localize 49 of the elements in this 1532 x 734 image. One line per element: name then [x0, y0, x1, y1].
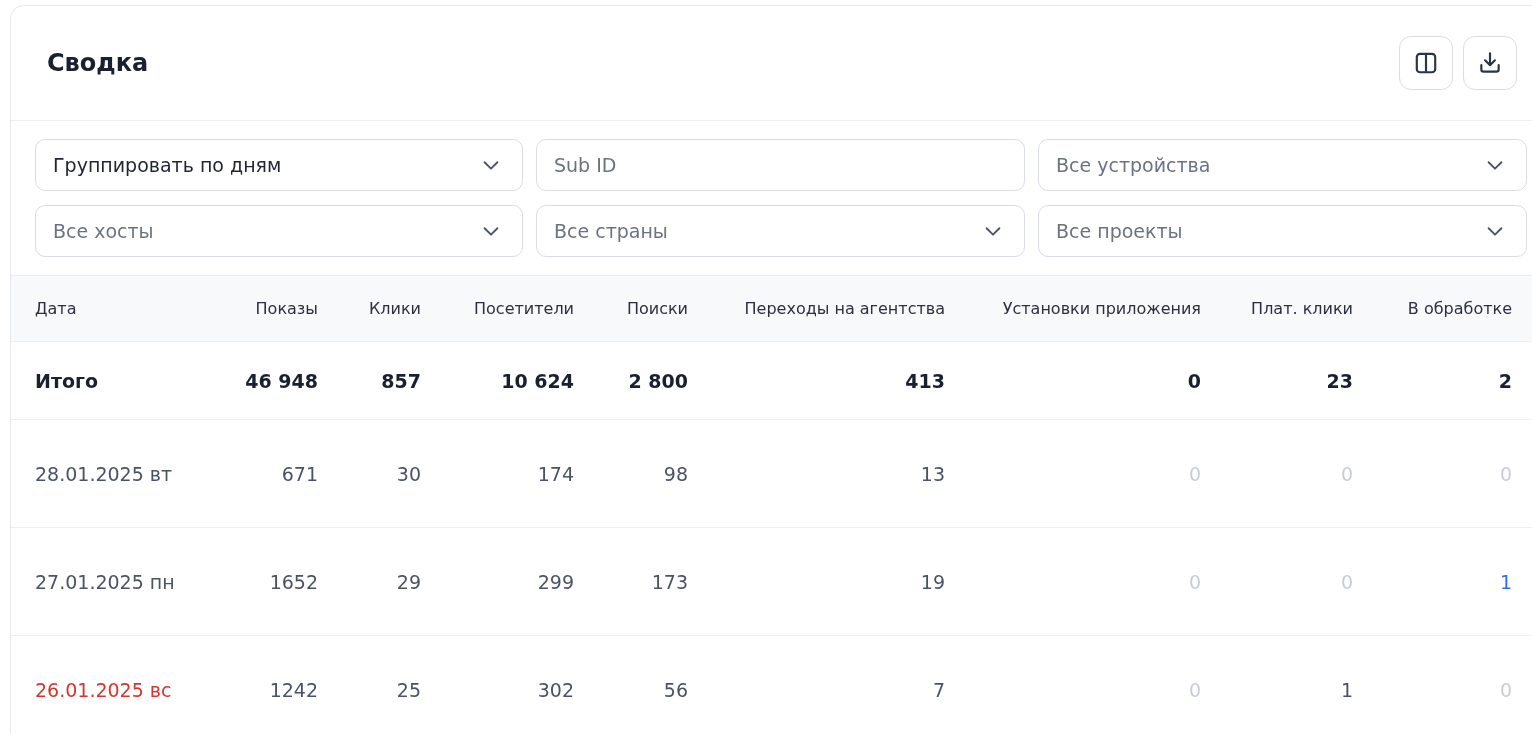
- table-cell: 1242: [269, 678, 318, 701]
- columns-button[interactable]: [1399, 36, 1453, 90]
- dropdown[interactable]: Все устройства: [1038, 139, 1527, 191]
- table-cell: 25: [396, 678, 421, 701]
- column-header: Установки приложения: [1002, 299, 1201, 318]
- table-cell: 2: [1498, 369, 1512, 392]
- table-cell: 19: [920, 570, 945, 593]
- table-cell: 10 624: [501, 369, 574, 392]
- table-cell: 0: [1187, 369, 1201, 392]
- dropdown[interactable]: Все страны: [536, 205, 1025, 257]
- column-header: Плат. клики: [1251, 299, 1353, 318]
- table-cell: 173: [651, 570, 688, 593]
- table-cell: 7: [932, 678, 945, 701]
- date-cell: 26.01.2025 вс: [35, 678, 172, 701]
- cell-link[interactable]: 1: [1499, 570, 1512, 593]
- column-header: Клики: [368, 299, 421, 318]
- date-cell: Итого: [35, 369, 98, 392]
- table-cell: 302: [537, 678, 574, 701]
- column-header: В обработке: [1407, 299, 1512, 318]
- column-header: Поиски: [626, 299, 688, 318]
- card-title: Сводка: [47, 49, 149, 77]
- download-icon: [1477, 50, 1503, 76]
- column-header: Переходы на агентства: [744, 299, 945, 318]
- table-cell: 1652: [269, 570, 318, 593]
- date-cell: 28.01.2025 вт: [35, 462, 173, 485]
- table-cell: 1: [1340, 678, 1353, 701]
- dropdown[interactable]: Группировать по дням: [35, 139, 523, 191]
- table-cell: 299: [537, 570, 574, 593]
- download-button[interactable]: [1463, 36, 1517, 90]
- table-cell: 413: [905, 369, 945, 392]
- table-cell: 30: [396, 462, 421, 485]
- table-cell: 56: [663, 678, 688, 701]
- date-cell: 27.01.2025 пн: [35, 570, 175, 593]
- table-cell: 98: [663, 462, 688, 485]
- input-field[interactable]: Sub ID: [536, 139, 1025, 191]
- column-header: Показы: [255, 299, 318, 318]
- table-cell: 174: [537, 462, 574, 485]
- table-cell: 2 800: [628, 369, 688, 392]
- table-cell: 13: [920, 462, 945, 485]
- table-cell: 46 948: [245, 369, 318, 392]
- table-cell: 23: [1326, 369, 1353, 392]
- table-cell: 29: [396, 570, 421, 593]
- column-header: Дата: [35, 299, 77, 318]
- columns-icon: [1413, 50, 1439, 76]
- table-cell: 671: [281, 462, 318, 485]
- dropdown[interactable]: Все проекты: [1038, 205, 1527, 257]
- column-header: Посетители: [474, 299, 574, 318]
- dropdown[interactable]: Все хосты: [35, 205, 523, 257]
- table-cell: 857: [381, 369, 421, 392]
